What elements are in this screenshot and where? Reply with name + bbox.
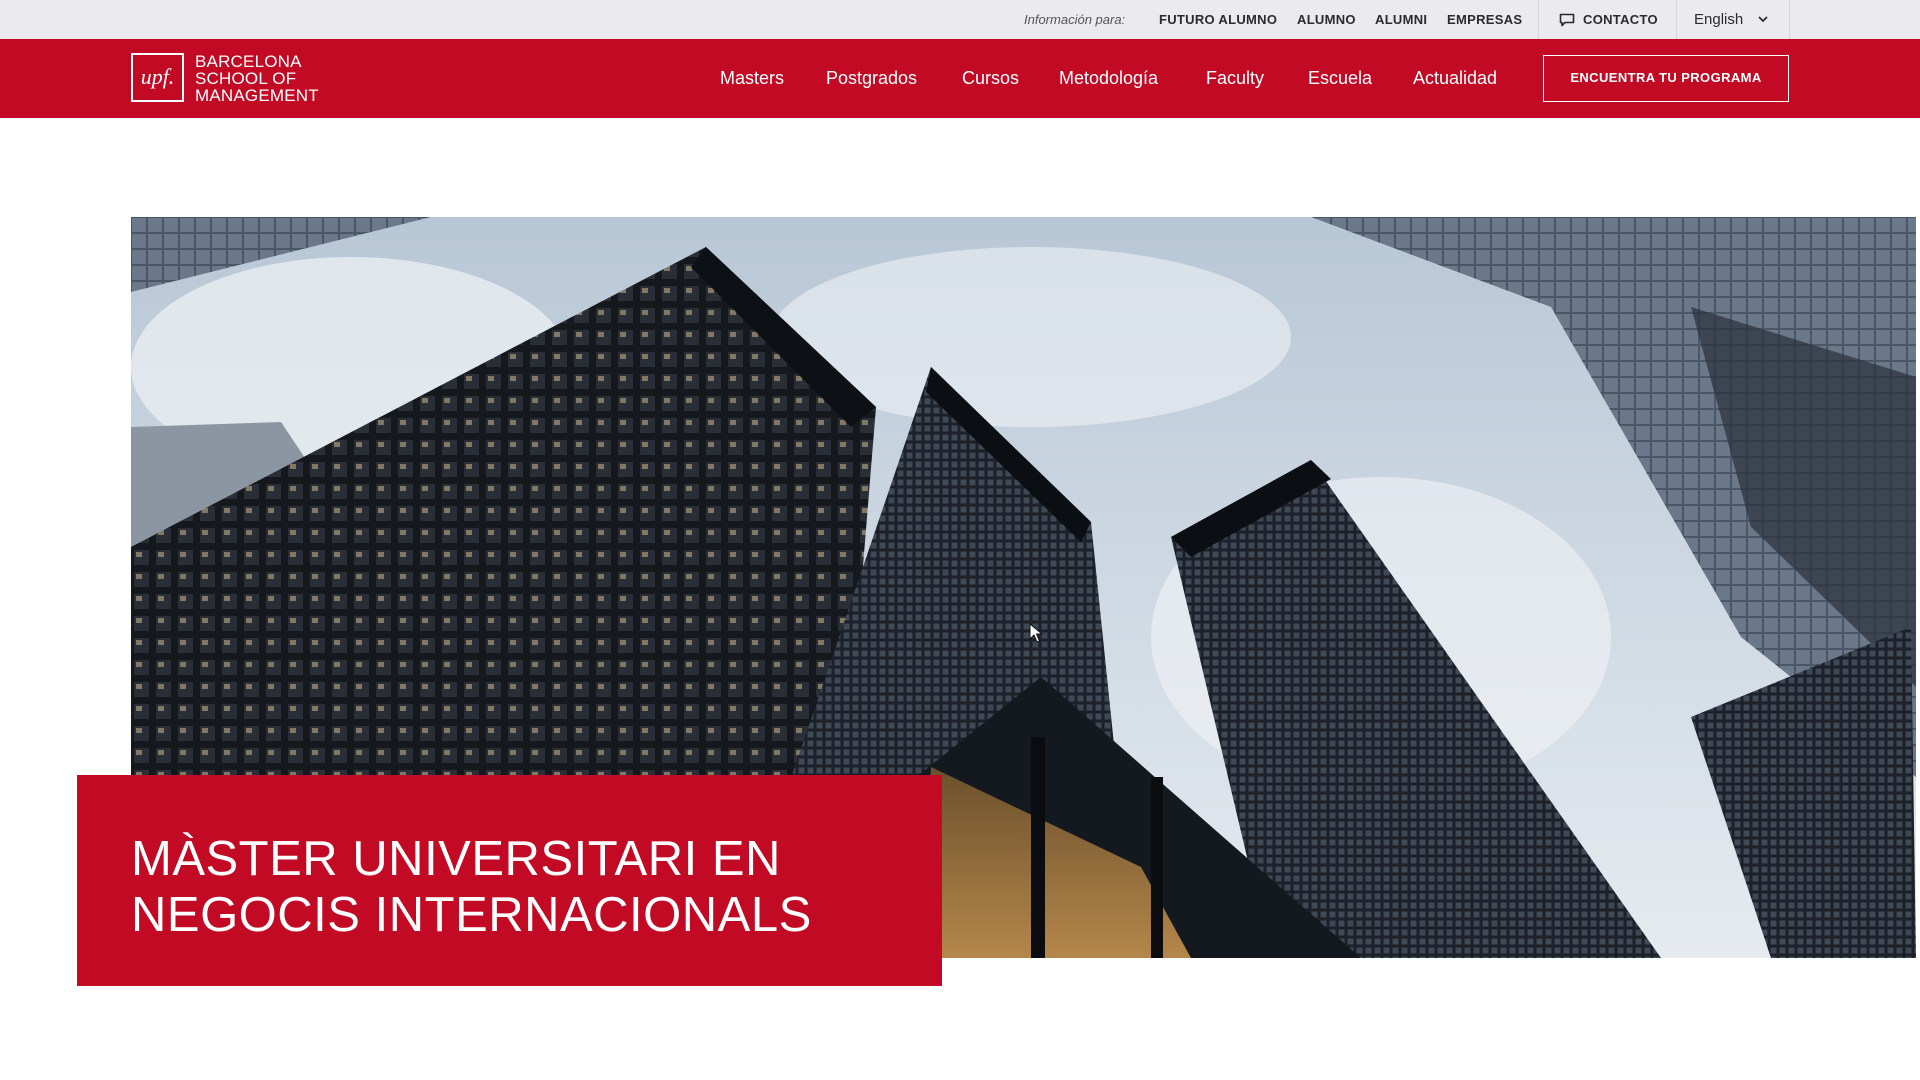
nav-item-cursos[interactable]: Cursos — [962, 39, 1019, 118]
util-divider — [1789, 0, 1790, 39]
contact-link[interactable]: CONTACTO — [1583, 0, 1658, 39]
util-link-alumni[interactable]: ALUMNI — [1375, 0, 1427, 39]
util-link-empresas[interactable]: EMPRESAS — [1447, 0, 1522, 39]
chevron-down-icon[interactable] — [1757, 14, 1769, 24]
logo-mark: upf. — [131, 53, 184, 102]
util-divider — [1676, 0, 1677, 39]
utility-bar: Información para: FUTURO ALUMNO ALUMNO A… — [0, 0, 1920, 39]
language-select[interactable]: English — [1694, 0, 1743, 39]
hero-title-box: MÀSTER UNIVERSITARI EN NEGOCIS INTERNACI… — [77, 775, 942, 986]
util-divider — [1538, 0, 1539, 39]
nav-item-masters[interactable]: Masters — [720, 39, 784, 118]
info-label: Información para: — [1024, 12, 1126, 27]
mouse-cursor-icon — [1029, 623, 1043, 643]
find-program-button[interactable]: ENCUENTRA TU PROGRAMA — [1543, 55, 1789, 102]
logo-line: BARCELONA — [195, 52, 302, 71]
hero-title-line: MÀSTER UNIVERSITARI EN — [131, 832, 781, 886]
nav-item-escuela[interactable]: Escuela — [1308, 39, 1372, 118]
chat-icon — [1559, 13, 1575, 27]
main-nav: upf. BARCELONA SCHOOL OF MANAGEMENT Mast… — [0, 39, 1920, 118]
nav-item-faculty[interactable]: Faculty — [1206, 39, 1264, 118]
util-link-futuro-alumno[interactable]: FUTURO ALUMNO — [1159, 0, 1277, 39]
logo-line: MANAGEMENT — [195, 86, 319, 105]
logo-line: SCHOOL OF — [195, 69, 297, 88]
logo[interactable]: upf. BARCELONA SCHOOL OF MANAGEMENT — [131, 53, 341, 104]
nav-item-actualidad[interactable]: Actualidad — [1413, 39, 1497, 118]
nav-item-postgrados[interactable]: Postgrados — [826, 39, 917, 118]
nav-item-metodologia[interactable]: Metodología — [1059, 39, 1158, 118]
logo-wordmark: BARCELONA SCHOOL OF MANAGEMENT — [195, 53, 319, 104]
hero-title-line: NEGOCIS INTERNACIONALS — [131, 888, 812, 942]
hero-title: MÀSTER UNIVERSITARI EN NEGOCIS INTERNACI… — [131, 831, 921, 943]
util-link-alumno[interactable]: ALUMNO — [1297, 0, 1356, 39]
